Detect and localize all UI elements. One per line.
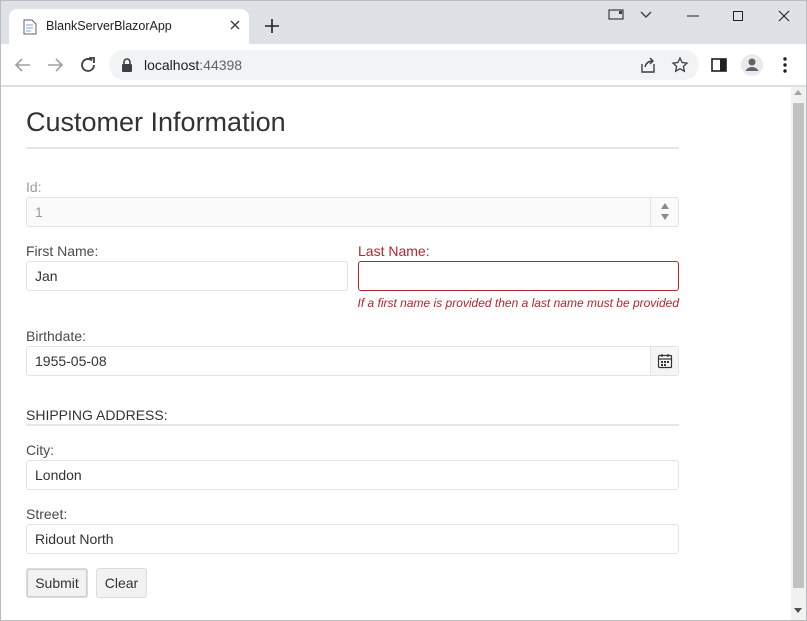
- vertical-scrollbar[interactable]: [791, 87, 806, 620]
- birthdate-value: 1955-05-08: [35, 353, 107, 369]
- forward-arrow-icon[interactable]: [44, 54, 66, 76]
- address-bar[interactable]: localhost:44398: [109, 50, 699, 80]
- browser-window: BlankServerBlazorApp localhost:44398 Cus…: [0, 0, 807, 621]
- last-name-field[interactable]: [358, 261, 679, 291]
- clear-button[interactable]: Clear: [96, 568, 147, 598]
- scroll-up-arrow-icon[interactable]: [794, 90, 802, 95]
- maximize-icon[interactable]: [726, 5, 750, 27]
- submit-button[interactable]: Submit: [26, 568, 88, 598]
- browser-tab[interactable]: BlankServerBlazorApp: [9, 9, 249, 44]
- shipping-divider: [26, 424, 679, 426]
- id-spinner: [650, 198, 678, 226]
- page-icon: [23, 19, 37, 35]
- browser-toolbar: localhost:44398: [1, 44, 806, 86]
- url-port: :44398: [199, 57, 243, 73]
- calendar-icon[interactable]: [650, 347, 678, 375]
- tab-title: BlankServerBlazorApp: [46, 19, 172, 33]
- page-viewport: Customer Information Id: 1 First Name: J…: [1, 87, 791, 620]
- close-window-icon[interactable]: [772, 5, 796, 27]
- city-label: City:: [26, 442, 54, 458]
- city-field[interactable]: London: [26, 460, 679, 490]
- bookmark-star-icon[interactable]: [671, 56, 689, 74]
- new-tab-icon[interactable]: [261, 15, 283, 37]
- spinner-up-icon: [661, 203, 669, 209]
- lock-icon[interactable]: [121, 58, 133, 72]
- title-divider: [26, 147, 679, 149]
- street-label: Street:: [26, 506, 68, 522]
- reload-icon[interactable]: [77, 54, 99, 76]
- tab-strip: BlankServerBlazorApp: [1, 1, 806, 44]
- birthdate-label: Birthdate:: [26, 328, 86, 344]
- back-arrow-icon[interactable]: [12, 54, 34, 76]
- tab-search-icon[interactable]: [607, 7, 627, 23]
- street-value: Ridout North: [35, 531, 114, 547]
- first-name-value: Jan: [35, 268, 58, 284]
- close-tab-icon[interactable]: [227, 17, 243, 33]
- scroll-down-arrow-icon[interactable]: [794, 608, 802, 613]
- street-field[interactable]: Ridout North: [26, 524, 679, 554]
- chevron-down-icon[interactable]: [637, 7, 655, 23]
- id-field: 1: [26, 197, 679, 227]
- minimize-icon[interactable]: [681, 5, 705, 27]
- url-text[interactable]: localhost:44398: [144, 57, 242, 73]
- first-name-label: First Name:: [26, 243, 99, 259]
- page-title: Customer Information: [26, 107, 286, 137]
- first-name-field[interactable]: Jan: [26, 261, 348, 291]
- spinner-down-icon: [661, 214, 669, 220]
- shipping-address-heading: SHIPPING ADDRESS:: [26, 407, 168, 423]
- last-name-label: Last Name:: [358, 243, 430, 259]
- id-value: 1: [35, 204, 43, 220]
- profile-avatar-icon[interactable]: [740, 53, 764, 77]
- side-panel-icon[interactable]: [710, 56, 728, 74]
- url-host: localhost: [144, 57, 200, 73]
- birthdate-field[interactable]: 1955-05-08: [26, 346, 679, 376]
- scroll-thumb[interactable]: [793, 103, 804, 588]
- share-icon[interactable]: [639, 56, 657, 74]
- city-value: London: [35, 467, 82, 483]
- kebab-menu-icon[interactable]: [775, 55, 795, 75]
- last-name-error: If a first name is provided then a last …: [357, 296, 680, 310]
- id-label: Id:: [26, 179, 42, 195]
